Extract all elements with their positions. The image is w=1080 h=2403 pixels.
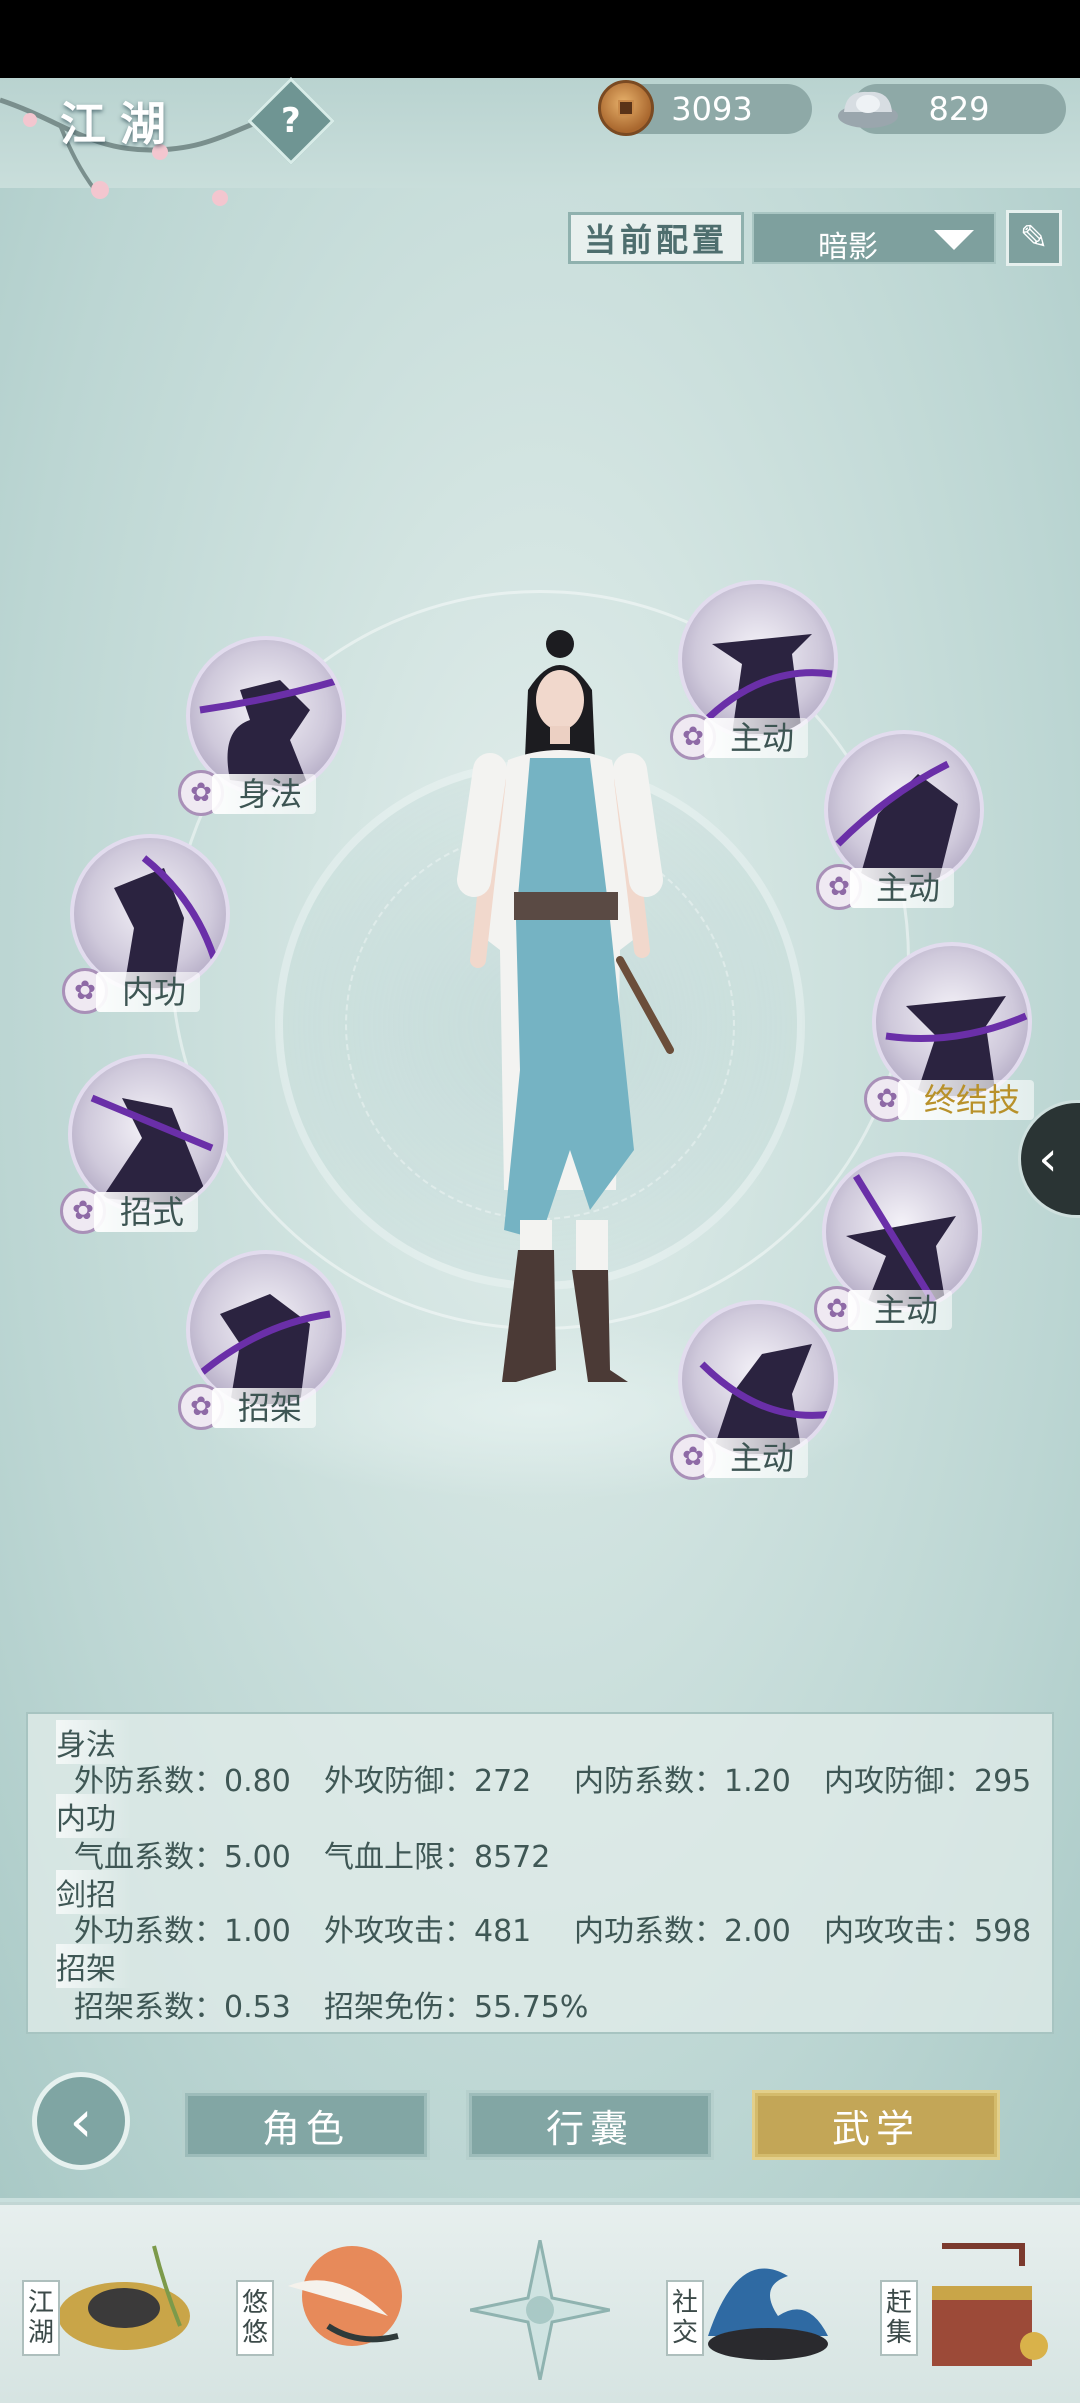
skill-slot-finisher[interactable]: ✿ 终结技	[864, 942, 1042, 1142]
edit-config-button[interactable]: ✎	[1006, 210, 1062, 266]
skill-slot-active-1[interactable]: ✿ 主动	[670, 580, 848, 780]
nav-label: 赶集	[880, 2280, 918, 2356]
skill-label: 招式	[94, 1192, 199, 1232]
skill-silhouette-icon	[885, 996, 1028, 1096]
nav-social[interactable]: 社交	[666, 2220, 846, 2390]
stat-item: 内攻防御：295	[824, 1764, 1032, 1799]
stat-item: 内功系数：2.00	[574, 1914, 791, 1949]
back-arrow-icon: ‹	[69, 2087, 93, 2155]
skill-label: 主动	[850, 868, 955, 908]
pencil-icon: ✎	[1019, 218, 1049, 258]
stat-item: 内攻攻击：598	[824, 1914, 1032, 1949]
chevron-left-icon: ‹	[1038, 1131, 1058, 1187]
skill-silhouette-icon	[90, 1094, 214, 1208]
skill-label: 内功	[96, 972, 201, 1012]
wave-social-icon	[708, 2268, 828, 2360]
chevron-down-icon	[934, 230, 974, 250]
skill-silhouette-icon	[835, 760, 958, 884]
tab-bag[interactable]: 行囊	[466, 2090, 714, 2160]
skill-label: 主动	[704, 718, 809, 758]
skill-label: 身法	[212, 774, 317, 814]
stat-item: 内防系数：1.20	[574, 1764, 791, 1799]
nav-jianghu[interactable]: 江湖	[22, 2220, 202, 2390]
config-selected-value: 暗影	[818, 230, 878, 265]
stat-item: 外攻防御：272	[324, 1764, 532, 1799]
nav-youyou[interactable]: 悠悠	[236, 2220, 416, 2390]
skill-silhouette-icon	[199, 676, 341, 790]
bamboo-hat-icon	[58, 2245, 190, 2350]
stat-item: 招架系数：0.53	[74, 1990, 291, 2025]
page-title: 江湖	[60, 97, 180, 151]
copper-amount: 3093	[671, 90, 753, 128]
stat-item: 招架免伤：55.75%	[324, 1990, 589, 2025]
skill-slot-moves[interactable]: ✿ 招式	[60, 1054, 238, 1254]
silver-amount: 829	[928, 90, 990, 128]
nav-label: 江湖	[22, 2280, 60, 2356]
tab-martial-arts[interactable]: 武学	[752, 2090, 1000, 2160]
status-bar	[0, 0, 1080, 78]
skill-slot-inner-power[interactable]: ✿ 内功	[62, 834, 240, 1034]
skill-slot-active-4[interactable]: ✿ 主动	[670, 1300, 848, 1500]
tab-role[interactable]: 角色	[182, 2090, 430, 2160]
skill-silhouette-icon	[699, 634, 833, 734]
skill-slot-parry[interactable]: ✿ 招架	[178, 1250, 356, 1450]
compass-star-icon[interactable]	[470, 2240, 610, 2380]
skill-slot-movement[interactable]: ✿ 身法	[178, 636, 356, 836]
current-config-label: 当前配置	[568, 212, 744, 264]
skill-silhouette-icon	[846, 1174, 956, 1308]
character-model	[457, 630, 674, 1382]
stat-item: 外攻攻击：481	[324, 1914, 532, 1949]
stat-item: 气血上限：8572	[324, 1840, 551, 1875]
skill-silhouette-icon	[114, 855, 218, 988]
skill-silhouette-icon	[699, 1344, 833, 1454]
silver-ingot-icon	[838, 91, 898, 128]
back-button[interactable]: ‹	[32, 2072, 130, 2170]
skill-label: 终结技	[898, 1080, 1035, 1120]
copper-coin-icon	[598, 80, 654, 136]
crane-sun-icon	[288, 2246, 402, 2346]
nav-label: 社交	[666, 2280, 704, 2356]
question-icon: ?	[281, 100, 301, 141]
skill-label: 招架	[212, 1388, 317, 1428]
skill-silhouette-icon	[197, 1294, 331, 1404]
skill-slot-active-2[interactable]: ✿ 主动	[816, 730, 994, 930]
nav-label: 悠悠	[236, 2280, 274, 2356]
market-basket-icon	[932, 2243, 1048, 2366]
skill-label: 主动	[848, 1290, 953, 1330]
skill-label: 主动	[704, 1438, 809, 1478]
nav-market[interactable]: 赶集	[880, 2220, 1060, 2390]
config-dropdown[interactable]: 暗影	[752, 212, 996, 265]
stats-panel: 身法 外防系数：0.80 外攻防御：272 内防系数：1.20 内攻防御：295…	[26, 1712, 1054, 2034]
